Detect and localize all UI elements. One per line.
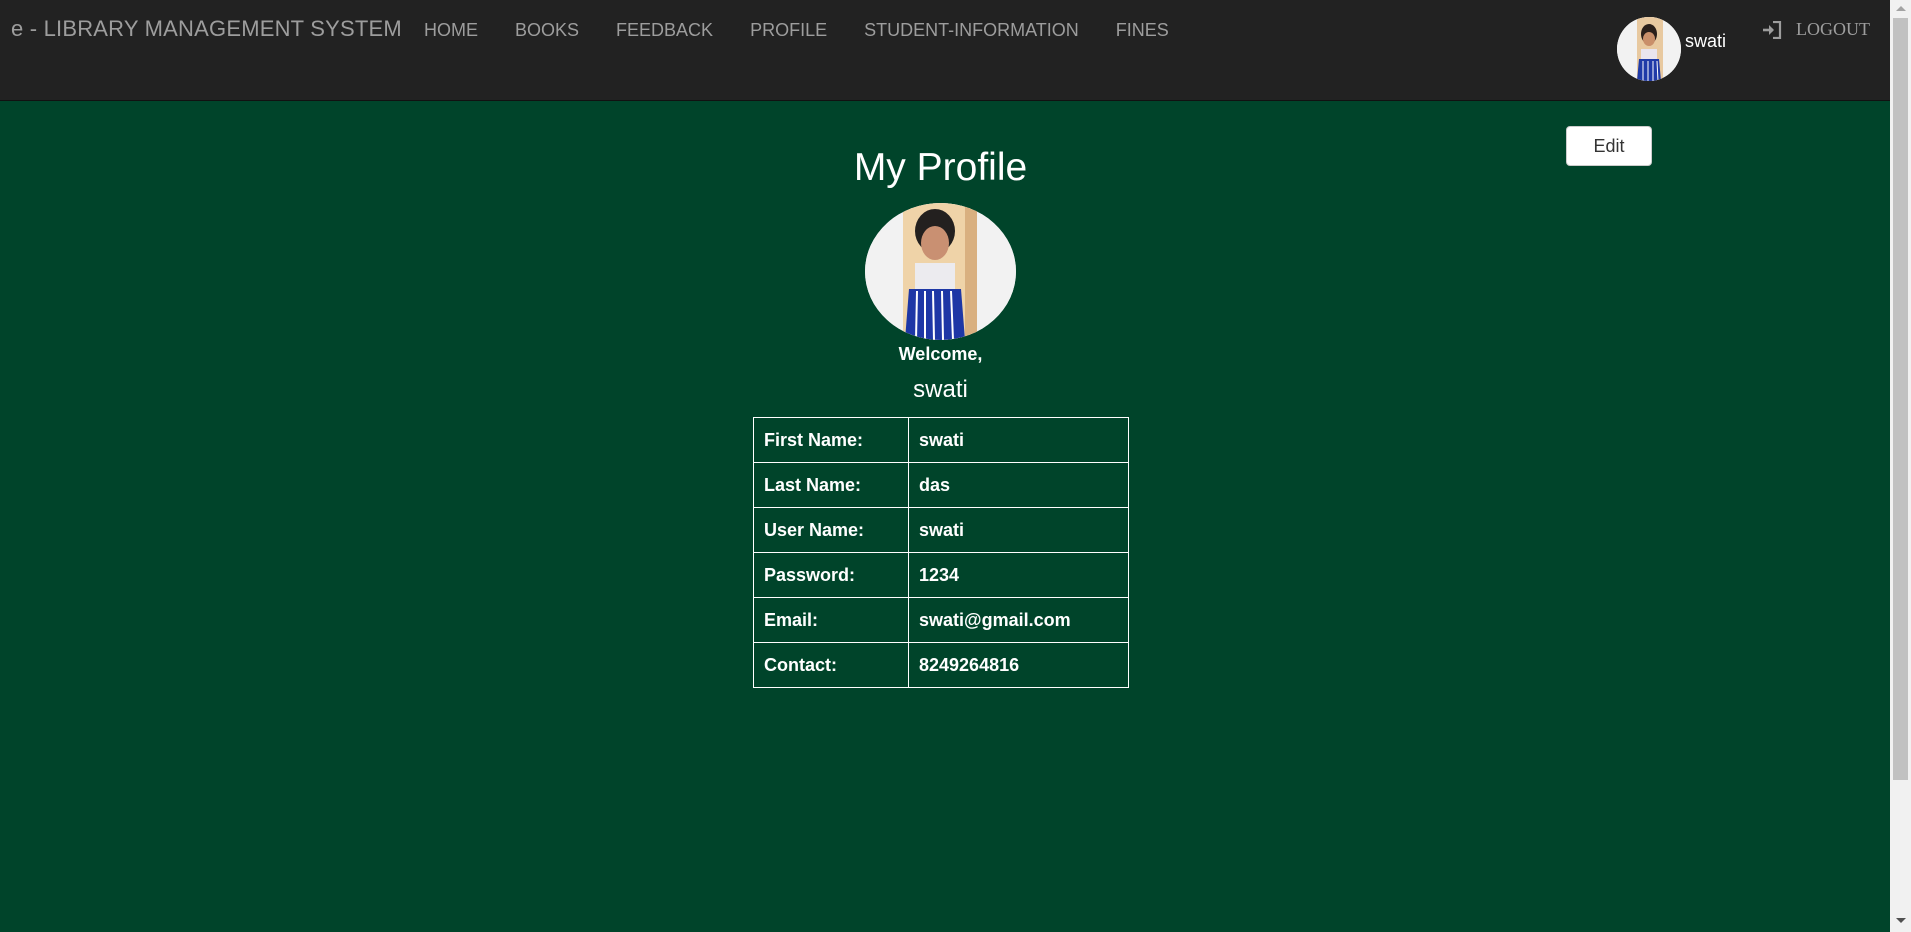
field-label: User Name: bbox=[753, 507, 909, 553]
welcome-text: Welcome, bbox=[898, 344, 983, 364]
field-value: swati@gmail.com bbox=[908, 597, 1129, 643]
field-value: das bbox=[908, 462, 1129, 508]
field-label: Password: bbox=[753, 552, 909, 598]
table-row: Email: swati@gmail.com bbox=[753, 597, 1129, 643]
field-label: First Name: bbox=[753, 417, 909, 463]
scroll-down-arrow-icon[interactable] bbox=[1896, 918, 1906, 923]
table-row: Contact: 8249264816 bbox=[753, 642, 1129, 688]
user-avatar bbox=[1617, 17, 1681, 81]
profile-avatar bbox=[865, 203, 1016, 340]
page-title: My Profile bbox=[853, 146, 1028, 189]
user-photo-icon bbox=[1617, 17, 1681, 81]
field-value: 8249264816 bbox=[908, 642, 1129, 688]
field-value: 1234 bbox=[908, 552, 1129, 598]
table-row: User Name: swati bbox=[753, 507, 1129, 553]
logout-link[interactable]: LOGOUT bbox=[1762, 19, 1870, 40]
field-label: Last Name: bbox=[753, 462, 909, 508]
nav-menu: HOME BOOKS FEEDBACK PROFILE STUDENT-INFO… bbox=[424, 20, 1206, 41]
brand-title[interactable]: e - LIBRARY MANAGEMENT SYSTEM bbox=[11, 16, 402, 42]
profile-photo-icon bbox=[865, 203, 1016, 340]
nav-item-books[interactable]: BOOKS bbox=[515, 20, 579, 41]
profile-info-table: First Name: swati Last Name: das User Na… bbox=[753, 417, 1129, 688]
field-value: swati bbox=[908, 507, 1129, 553]
scrollbar-thumb[interactable] bbox=[1893, 18, 1908, 780]
welcome-name: swati bbox=[913, 376, 968, 403]
field-value: swati bbox=[908, 417, 1129, 463]
field-label: Contact: bbox=[753, 642, 909, 688]
user-name: swati bbox=[1685, 30, 1727, 51]
field-label: Email: bbox=[753, 597, 909, 643]
scroll-up-arrow-icon[interactable] bbox=[1896, 6, 1906, 11]
nav-item-home[interactable]: HOME bbox=[424, 20, 478, 41]
user-menu[interactable]: swati bbox=[1617, 17, 1726, 81]
table-row: First Name: swati bbox=[753, 417, 1129, 463]
nav-item-student-information[interactable]: STUDENT-INFORMATION bbox=[864, 20, 1079, 41]
nav-item-feedback[interactable]: FEEDBACK bbox=[616, 20, 713, 41]
logout-label: LOGOUT bbox=[1796, 19, 1870, 39]
top-navbar: e - LIBRARY MANAGEMENT SYSTEM HOME BOOKS… bbox=[0, 0, 1890, 101]
nav-item-profile[interactable]: PROFILE bbox=[750, 20, 827, 41]
table-row: Password: 1234 bbox=[753, 552, 1129, 598]
log-in-icon bbox=[1763, 20, 1782, 39]
table-row: Last Name: das bbox=[753, 462, 1129, 508]
vertical-scrollbar[interactable] bbox=[1890, 0, 1911, 932]
nav-item-fines[interactable]: FINES bbox=[1116, 20, 1169, 41]
